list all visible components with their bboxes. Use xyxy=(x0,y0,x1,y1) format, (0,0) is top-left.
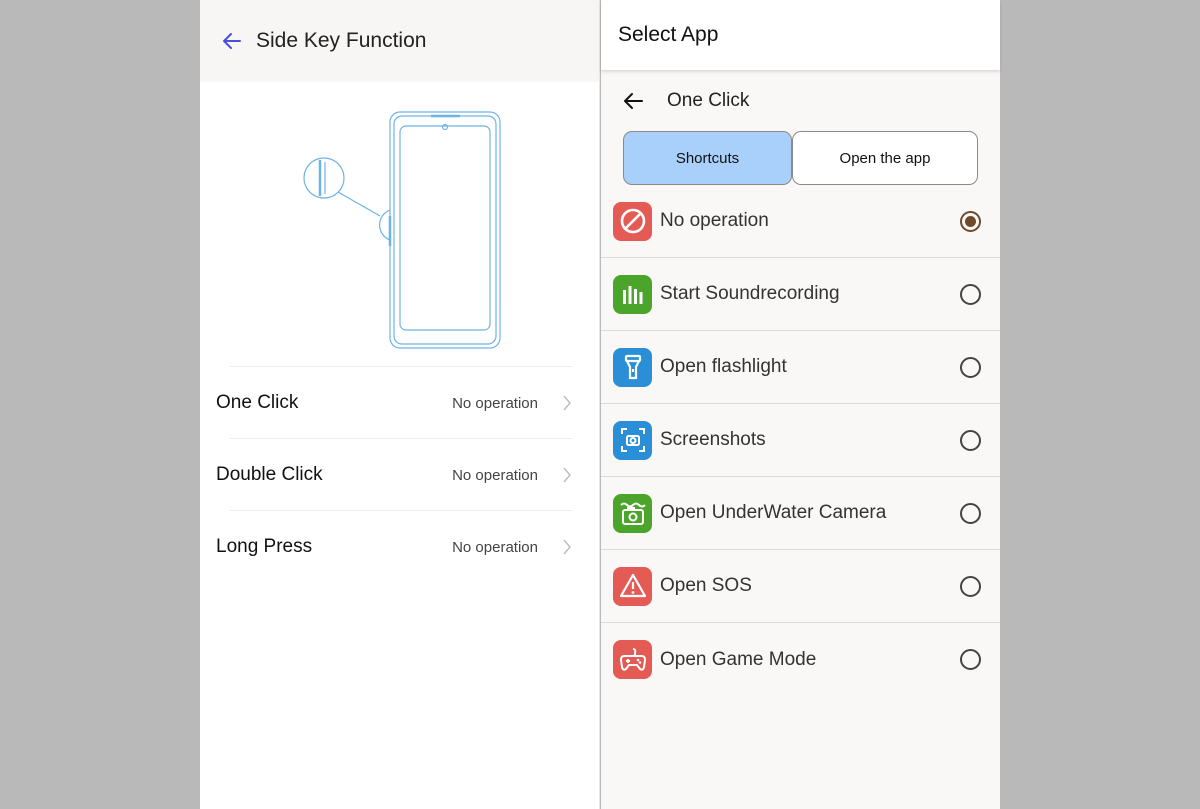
phone-side-key-illustration xyxy=(303,111,501,349)
chevron-right-icon xyxy=(563,467,571,483)
setting-label: Double Click xyxy=(216,464,323,485)
setting-value: No operation xyxy=(452,466,538,484)
radio-unselected[interactable] xyxy=(960,649,981,670)
left-header: Side Key Function xyxy=(200,0,599,82)
side-key-function-panel: Side Key Function One Click No operation… xyxy=(200,0,600,809)
radio-unselected[interactable] xyxy=(960,429,981,451)
radio-selected[interactable] xyxy=(960,210,981,232)
select-app-panel: Select App One Click Shortcuts Open the … xyxy=(601,0,1000,809)
right-header: Select App xyxy=(601,0,1000,70)
back-arrow-icon[interactable] xyxy=(220,29,244,53)
sub-title: One Click xyxy=(667,90,750,111)
setting-value: No operation xyxy=(452,538,538,556)
gamepad-icon xyxy=(613,640,652,679)
sub-header: One Click xyxy=(621,84,749,118)
option-start-soundrecording[interactable]: Start Soundrecording xyxy=(601,258,1000,331)
setting-label: One Click xyxy=(216,392,299,413)
tab-shortcuts[interactable]: Shortcuts xyxy=(623,131,792,185)
setting-row-one-click[interactable]: One Click No operation xyxy=(216,367,576,439)
chevron-right-icon xyxy=(563,539,571,555)
option-label: No operation xyxy=(660,210,769,231)
option-label: Open UnderWater Camera xyxy=(660,502,887,523)
screenshot-icon xyxy=(613,420,652,460)
option-label: Start Soundrecording xyxy=(660,283,840,304)
option-screenshots[interactable]: Screenshots xyxy=(601,404,1000,477)
tab-open-the-app[interactable]: Open the app xyxy=(792,131,978,185)
setting-value: No operation xyxy=(452,394,538,412)
option-label: Open SOS xyxy=(660,575,752,596)
setting-label: Long Press xyxy=(216,536,313,557)
option-open-underwater-camera[interactable]: Open UnderWater Camera xyxy=(601,477,1000,550)
sos-warning-icon xyxy=(613,566,652,606)
radio-unselected[interactable] xyxy=(960,283,981,305)
option-open-game-mode[interactable]: Open Game Mode xyxy=(601,623,1000,696)
setting-row-long-press[interactable]: Long Press No operation xyxy=(216,511,576,583)
option-label: Open Game Mode xyxy=(660,648,817,670)
chevron-right-icon xyxy=(563,395,571,411)
tab-bar: Shortcuts Open the app xyxy=(623,131,978,185)
option-no-operation[interactable]: No operation xyxy=(601,185,1000,258)
option-label: Open flashlight xyxy=(660,356,787,377)
option-open-flashlight[interactable]: Open flashlight xyxy=(601,331,1000,404)
option-label: Screenshots xyxy=(660,429,766,450)
option-open-sos[interactable]: Open SOS xyxy=(601,550,1000,623)
soundwave-icon xyxy=(613,274,652,314)
flashlight-icon xyxy=(613,347,652,387)
underwater-camera-icon xyxy=(613,493,652,533)
back-arrow-icon[interactable] xyxy=(621,89,645,113)
no-entry-icon xyxy=(613,201,652,241)
dialog-title: Select App xyxy=(618,23,719,46)
radio-unselected[interactable] xyxy=(960,502,981,524)
radio-unselected[interactable] xyxy=(960,575,981,597)
setting-row-double-click[interactable]: Double Click No operation xyxy=(216,439,576,511)
radio-unselected[interactable] xyxy=(960,356,981,378)
page-title: Side Key Function xyxy=(256,29,427,52)
